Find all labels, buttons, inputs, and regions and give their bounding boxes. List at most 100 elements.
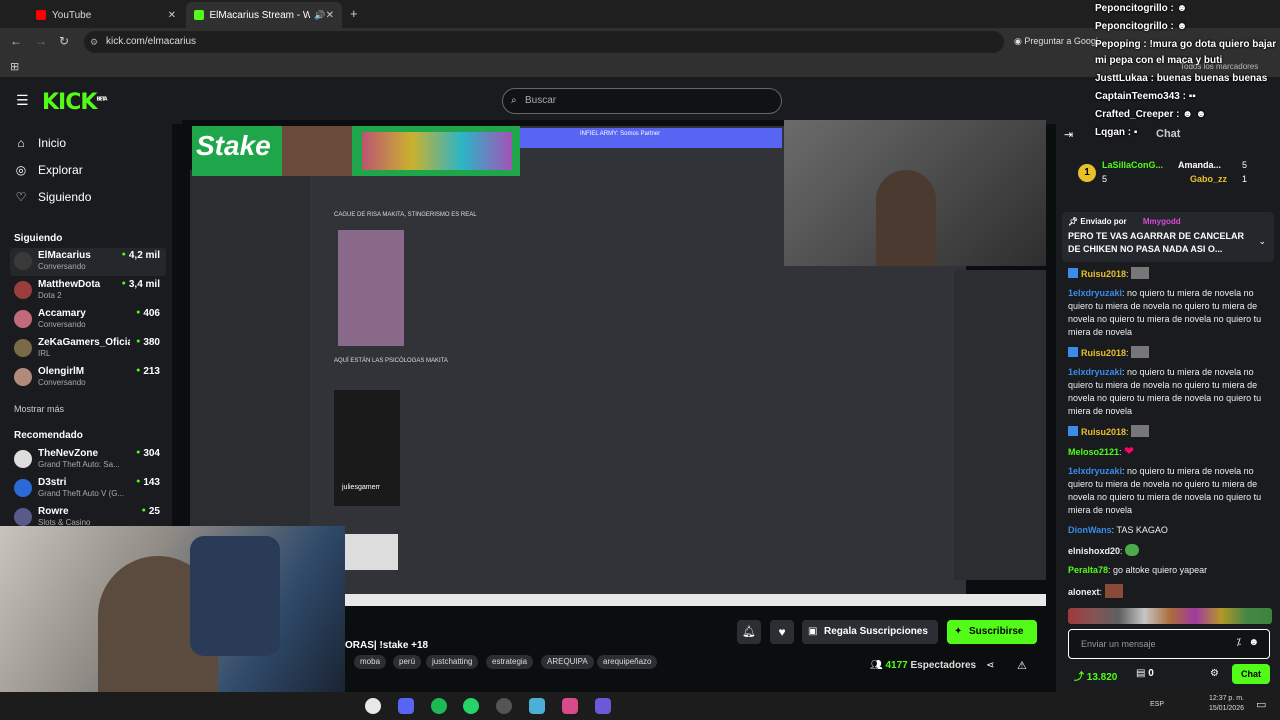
- clock-time[interactable]: 12:37 p. m.: [1204, 695, 1244, 702]
- gifter-name[interactable]: Gabo_zz: [1190, 174, 1227, 184]
- overlay-message: Peponcitogrillo : ☻: [1095, 21, 1188, 32]
- heart-icon: ♡: [15, 190, 27, 204]
- close-icon[interactable]: ✕: [168, 10, 176, 21]
- channel-item[interactable]: TheNevZone Grand Theft Auto: Sa... 304: [10, 446, 166, 474]
- spotify-icon[interactable]: [431, 698, 447, 714]
- heart-follow-icon[interactable]: ♥: [770, 620, 794, 644]
- music-icon[interactable]: [562, 698, 578, 714]
- share-icon[interactable]: ⋖: [986, 660, 994, 671]
- chat-username[interactable]: Meloso2121: [1068, 447, 1119, 457]
- tag-chip[interactable]: arequipeñazo: [597, 655, 658, 669]
- report-icon[interactable]: ⚠: [1017, 659, 1027, 672]
- chevron-down-icon[interactable]: ⌄: [1258, 236, 1266, 247]
- app-icon[interactable]: [529, 698, 545, 714]
- url-field[interactable]: ⚙ kick.com/elmacarius: [84, 31, 1004, 53]
- clock-date[interactable]: 15/01/2026: [1204, 705, 1244, 712]
- collapse-chat-icon[interactable]: ⇥: [1064, 128, 1073, 141]
- search-placeholder: Buscar: [525, 95, 557, 106]
- chat-username[interactable]: 1elxdryuzaki: [1068, 367, 1122, 377]
- avatar: [14, 252, 32, 270]
- channel-item[interactable]: MatthewDota Dota 2 3,4 mil: [10, 277, 166, 305]
- overlay-message: Peponcitogrillo : ☻: [1095, 3, 1188, 14]
- browser-tab-bar: YouTube ✕ ElMacarius Stream - Watch 🔊 ✕ …: [0, 0, 1280, 28]
- kick-header: ☰ KICKBETA ⌕ Buscar: [0, 78, 1056, 124]
- gifter-name[interactable]: LaSillaConG...: [1102, 160, 1163, 170]
- slash-command-icon[interactable]: ⁒: [1237, 637, 1242, 648]
- subscribe-button[interactable]: ✦ Suscribirse: [947, 620, 1037, 644]
- chat-username[interactable]: alonext: [1068, 587, 1100, 597]
- channel-item[interactable]: ElMacarius Conversando 4,2 mil: [10, 248, 166, 276]
- nav-explorar[interactable]: ◎ Explorar: [14, 163, 83, 177]
- gifts-counter[interactable]: ▤ 0: [1136, 668, 1154, 679]
- channel-points[interactable]: ⤴ 13.820: [1074, 668, 1117, 683]
- chat-text: TAS KAGAO: [1116, 525, 1168, 535]
- chat-username[interactable]: Ruisu2018: [1081, 427, 1126, 437]
- channel-category: Dota 2: [38, 291, 62, 300]
- emote-bar[interactable]: [1068, 608, 1272, 624]
- channel-name: ElMacarius: [38, 250, 91, 261]
- nav-siguiendo[interactable]: ♡ Siguiendo: [14, 190, 92, 204]
- channel-category: IRL: [38, 349, 51, 358]
- obs-icon[interactable]: [496, 698, 512, 714]
- tag-chip[interactable]: justchatting: [426, 655, 479, 669]
- tab-youtube[interactable]: YouTube ✕: [28, 2, 184, 28]
- site-info-icon[interactable]: ⚙: [90, 31, 98, 53]
- channel-item[interactable]: OlengirlM Conversando 213: [10, 364, 166, 392]
- tag-chip[interactable]: moba: [354, 655, 387, 669]
- emote-image: [1125, 544, 1140, 556]
- pinned-label: Enviado por: [1080, 217, 1127, 226]
- search-input[interactable]: ⌕ Buscar: [502, 88, 782, 114]
- chat-username[interactable]: DionWans: [1068, 525, 1112, 535]
- channel-name: MatthewDota: [38, 279, 101, 290]
- chat-username[interactable]: Ruisu2018: [1081, 348, 1126, 358]
- show-more-link[interactable]: Mostrar más: [14, 404, 64, 414]
- gifts-value: 0: [1148, 668, 1154, 679]
- chat-username[interactable]: elnishoxd20: [1068, 546, 1120, 556]
- bell-icon[interactable]: 🔔︎: [737, 620, 761, 644]
- subscribe-label: Suscribirse: [969, 626, 1024, 637]
- tab-kick[interactable]: ElMacarius Stream - Watch 🔊 ✕: [186, 2, 342, 28]
- discord-icon[interactable]: [398, 698, 414, 714]
- chrome-icon[interactable]: [365, 698, 381, 714]
- overlay-message: Pepoping : !mura go dota quiero bajar: [1095, 39, 1277, 50]
- language-indicator[interactable]: ESP: [1150, 701, 1164, 708]
- settings-gear-icon[interactable]: ⚙: [1210, 668, 1219, 679]
- gifter-count: 5: [1102, 174, 1108, 184]
- nav-inicio[interactable]: ⌂ Inicio: [14, 136, 66, 150]
- whatsapp-icon[interactable]: [463, 698, 479, 714]
- gifter-count: 1: [1242, 174, 1248, 184]
- chat-input[interactable]: Enviar un mensaje ⁒ ☻: [1068, 629, 1270, 659]
- pinned-message[interactable]: 📌︎ Enviado por Mmygodd PERO TE VAS AGARR…: [1062, 212, 1274, 262]
- emoji-icon[interactable]: ☻: [1248, 637, 1259, 648]
- kick-logo[interactable]: KICKBETA: [42, 90, 108, 115]
- menu-icon[interactable]: ☰: [16, 92, 29, 109]
- viewer-count: 143: [136, 477, 160, 488]
- chat-message: 1elxdryuzaki: no quiero tu miera de nove…: [1068, 466, 1262, 515]
- new-tab-button[interactable]: +: [350, 6, 358, 21]
- speaker-icon[interactable]: 🔊: [314, 10, 325, 21]
- tag-chip[interactable]: AREQUIPA: [541, 655, 594, 669]
- translate-button[interactable]: ◉ Preguntar a Googl: [1014, 36, 1098, 47]
- stream-title: ORAS| !stake +18: [345, 640, 429, 651]
- channel-item[interactable]: D3stri Grand Theft Auto V (G... 143: [10, 475, 166, 503]
- send-chat-button[interactable]: Chat: [1232, 664, 1270, 684]
- chat-username[interactable]: 1elxdryuzaki: [1068, 288, 1122, 298]
- chat-username[interactable]: 1elxdryuzaki: [1068, 466, 1122, 476]
- reload-icon[interactable]: ↻: [59, 34, 69, 48]
- gifter-name[interactable]: Amanda...: [1178, 160, 1221, 170]
- apps-icon[interactable]: ⊞: [10, 60, 19, 73]
- chat-username[interactable]: Peralta78: [1068, 565, 1108, 575]
- app-icon[interactable]: [595, 698, 611, 714]
- notification-icon[interactable]: ▭: [1256, 698, 1266, 711]
- back-icon[interactable]: ←: [10, 34, 22, 48]
- tag-chip[interactable]: estrategia: [486, 655, 534, 669]
- nav-label: Explorar: [38, 163, 83, 177]
- channel-item[interactable]: Accamary Conversando 406: [10, 306, 166, 334]
- close-icon[interactable]: ✕: [326, 10, 334, 21]
- pin-icon: 📌︎: [1068, 217, 1081, 226]
- channel-item[interactable]: ZeKaGamers_Oficial IRL 380: [10, 335, 166, 363]
- gift-subs-button[interactable]: ▣ Regala Suscripciones: [802, 620, 938, 644]
- tag-chip[interactable]: perú: [393, 655, 422, 669]
- forward-icon[interactable]: →: [35, 34, 47, 48]
- chat-username[interactable]: Ruisu2018: [1081, 269, 1126, 279]
